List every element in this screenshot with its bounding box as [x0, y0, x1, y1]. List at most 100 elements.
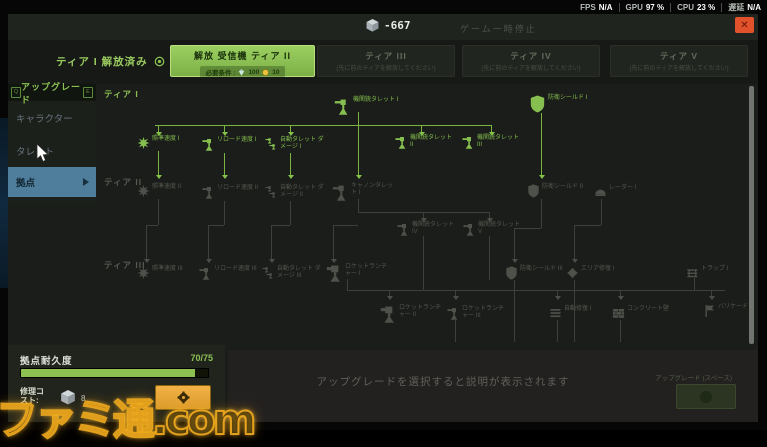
tree-scrollbar[interactable]	[749, 86, 754, 344]
tree-connector	[489, 236, 490, 280]
tree-node[interactable]: 自動タレット ダメージ II	[265, 185, 324, 199]
tree-node-label: 機関銃タレット III	[477, 135, 520, 148]
tree-node-label: 機関銃タレット I	[353, 97, 399, 103]
tree-connector	[224, 153, 225, 175]
tree-node[interactable]: 機関銃タレット II	[395, 135, 452, 149]
tree-connector-arrow	[356, 175, 362, 179]
tree-connector-arrow	[156, 175, 162, 179]
tree-node[interactable]: 機関銃タレット III	[462, 135, 519, 149]
tree-connector	[358, 212, 490, 213]
tree-node[interactable]: ロケットランチャー I	[326, 264, 387, 282]
tree-node-label: 照準速度 II	[152, 184, 182, 190]
tree-node[interactable]: レーダー I	[594, 185, 636, 199]
tree-connector	[358, 199, 359, 212]
tree-node[interactable]: 防衛シールド III	[505, 266, 563, 280]
tree-connector	[620, 320, 621, 342]
tree-node[interactable]: トラップ I	[686, 266, 728, 280]
tree-connector-arrow	[512, 259, 518, 263]
tree-connector	[208, 225, 209, 259]
tree-node-label: 機関銃タレット II	[410, 135, 453, 148]
turret-icon	[202, 137, 215, 151]
tree-node[interactable]: 機関銃タレット V	[463, 222, 520, 236]
tree-connector	[347, 290, 725, 291]
tree-node[interactable]: リロード速度 II	[202, 185, 258, 199]
tree-node[interactable]: バリケード I	[703, 304, 751, 318]
tree-connector	[541, 199, 542, 228]
tree-node[interactable]: ロケットランチャー II	[380, 305, 441, 323]
tree-node-label: リロード速度 I	[217, 137, 257, 143]
turret-icon	[332, 183, 349, 201]
turret2-icon	[265, 185, 278, 199]
tree-connector-arrow	[206, 259, 212, 263]
tree-connector-arrow	[144, 259, 150, 263]
tree-connector	[541, 113, 542, 175]
tree-node-label: キャノンタレット I	[351, 183, 394, 196]
tree-node[interactable]: エリア修復 I	[566, 266, 614, 280]
tree-node-label: ロケットランチャー III	[462, 306, 505, 319]
tree-node-label: 自動タレット ダメージ II	[280, 185, 324, 198]
tree-node-label: 自動タレット ダメージ I	[280, 137, 324, 150]
tree-connector	[514, 280, 515, 342]
tree-node[interactable]: 機関銃タレット I	[334, 97, 398, 115]
tree-connector-arrow	[387, 296, 393, 300]
tree-connector-arrow	[288, 132, 294, 136]
tree-connector	[146, 225, 158, 226]
turret-icon	[462, 135, 475, 149]
tree-node[interactable]: コンクリート壁	[612, 306, 669, 320]
tree-connector	[271, 225, 272, 259]
tree-node[interactable]: 自動修復 I	[549, 306, 591, 320]
tree-connector	[290, 153, 291, 175]
rocket-icon	[326, 264, 343, 282]
tree-node[interactable]: 自動タレット ダメージ I	[265, 137, 324, 151]
burst-icon	[137, 184, 150, 198]
tree-node[interactable]: リロード速度 I	[202, 137, 256, 151]
tree-connector	[271, 225, 290, 226]
tree-node[interactable]: 機関銃タレット IV	[397, 222, 454, 236]
tree-connector-arrow	[453, 296, 459, 300]
tree-connector	[158, 199, 159, 225]
tree-connector	[290, 201, 291, 225]
tree-connector	[333, 225, 358, 226]
tree-connector	[347, 279, 348, 290]
turret-icon	[395, 135, 408, 149]
tree-connector	[155, 125, 492, 126]
shield-icon	[529, 95, 546, 113]
turret-icon	[334, 97, 351, 115]
burst-icon	[137, 266, 150, 280]
tree-connector-arrow	[709, 296, 715, 300]
tree-connector-arrow	[222, 175, 228, 179]
tree-connector-arrow	[331, 259, 337, 263]
shield-icon	[527, 184, 540, 198]
tree-node-label: 自動タレット ダメージ III	[277, 266, 321, 279]
tree-connector-arrow	[572, 259, 578, 263]
tree-node[interactable]: 自動タレット ダメージ III	[262, 266, 321, 280]
turret-icon	[463, 222, 476, 236]
tree-node[interactable]: リロード速度 III	[199, 266, 257, 280]
tree-connector-arrow	[222, 132, 228, 136]
gear-icon	[566, 266, 579, 280]
tree-node-label: ロケットランチャー I	[345, 264, 388, 277]
burst-icon	[137, 136, 150, 150]
tree-node[interactable]: 照準速度 III	[137, 266, 183, 280]
tree-connector	[224, 201, 225, 225]
flag-icon	[703, 304, 716, 318]
tree-connector	[557, 320, 558, 342]
tree-node[interactable]: 防衛シールド I	[529, 95, 587, 113]
trap-icon	[686, 266, 699, 280]
tree-node[interactable]: 照準速度 I	[137, 136, 179, 150]
tree-connector-arrow	[269, 259, 275, 263]
tree-node[interactable]: 防衛シールド II	[527, 184, 583, 198]
tree-connector-arrow	[539, 175, 545, 179]
tree-node[interactable]: 照準速度 II	[137, 184, 181, 198]
tree-node-label: エリア修復 I	[581, 266, 615, 272]
tree-node-label: 照準速度 III	[152, 266, 183, 272]
turret2-icon	[265, 137, 278, 151]
tree-node-label: 機関銃タレット V	[478, 222, 521, 235]
turret-icon	[202, 185, 215, 199]
tree-node-label: 機関銃タレット IV	[412, 222, 455, 235]
tree-node[interactable]: キャノンタレット I	[332, 183, 393, 201]
lines-icon	[549, 306, 562, 320]
tree-node-label: トラップ I	[701, 266, 729, 272]
tree-node[interactable]: ロケットランチャー III	[447, 306, 504, 320]
tree-connector	[455, 320, 456, 342]
